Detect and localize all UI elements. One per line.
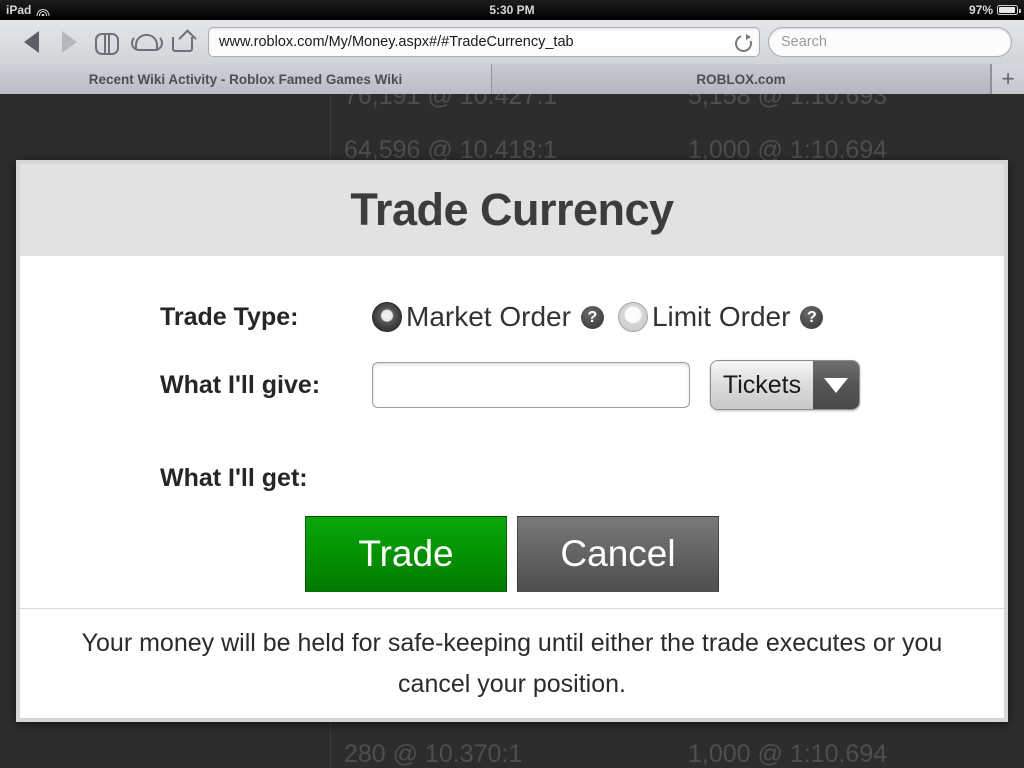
- new-tab-button[interactable]: +: [991, 64, 1024, 94]
- bookmarks-button[interactable]: [88, 27, 126, 57]
- radio-market-order[interactable]: [372, 302, 402, 332]
- background-cell-right: 1,000 @ 1:10.694: [688, 740, 888, 768]
- dialog-header: Trade Currency: [20, 164, 1004, 256]
- browser-tab-roblox[interactable]: ROBLOX.com: [492, 64, 991, 94]
- reload-icon[interactable]: [734, 33, 751, 51]
- address-bar-text: www.roblox.com/My/Money.aspx#/#TradeCurr…: [219, 34, 574, 50]
- browser-tab-wiki[interactable]: Recent Wiki Activity - Roblox Famed Game…: [0, 64, 509, 94]
- what-ill-give-row: What I'll give: Tickets: [20, 358, 1004, 412]
- browser-tab-label: Recent Wiki Activity - Roblox Famed Game…: [88, 71, 403, 87]
- battery-percent-label: 97%: [968, 3, 993, 17]
- page-title: Trade Currency: [350, 184, 674, 235]
- cancel-button[interactable]: Cancel: [517, 516, 719, 592]
- search-input[interactable]: Search: [768, 27, 1012, 57]
- radio-limit-order[interactable]: [617, 302, 648, 332]
- browser-tab-label: ROBLOX.com: [696, 71, 786, 87]
- back-button[interactable]: [12, 27, 50, 57]
- background-cell-left: 280 @ 10.370:1: [344, 740, 523, 768]
- radio-label-limit-order: Limit Order: [651, 301, 791, 332]
- radio-option-limit-order[interactable]: Limit Order ?: [617, 301, 824, 333]
- trade-type-label: Trade Type:: [160, 302, 299, 331]
- forward-arrow-icon: [61, 31, 77, 53]
- footer-note: Your money will be held for safe-keeping…: [81, 629, 943, 698]
- help-icon-limit-order[interactable]: ?: [800, 305, 824, 329]
- safari-chrome: www.roblox.com/My/Money.aspx#/#TradeCurr…: [0, 20, 1024, 94]
- radio-label-market-order: Market Order: [406, 301, 571, 332]
- tab-bar: Recent Wiki Activity - Roblox Famed Game…: [0, 64, 1024, 94]
- give-currency-value: Tickets: [711, 361, 813, 409]
- ipad-safari-screen: iPad 5:30 PM 97% www.roblox.com/My/Money…: [0, 0, 1024, 768]
- give-currency-select[interactable]: Tickets: [710, 360, 860, 410]
- dialog-footer: Your money will be held for safe-keeping…: [20, 608, 1004, 704]
- chevron-down-icon[interactable]: [813, 361, 859, 409]
- back-arrow-icon: [23, 31, 39, 53]
- what-ill-give-label: What I'll give:: [160, 370, 321, 399]
- book-icon: [95, 33, 119, 55]
- trade-currency-dialog: Trade Currency Trade Type: Market Order …: [16, 160, 1008, 722]
- ios-status-bar: iPad 5:30 PM 97%: [0, 0, 1024, 20]
- dialog-button-row: Trade Cancel: [20, 516, 1004, 592]
- trade-type-row: Trade Type: Market Order ? Limit Order ?: [20, 294, 1004, 340]
- status-bar-right: 97%: [968, 3, 1021, 17]
- radio-option-market-order[interactable]: Market Order ?: [372, 301, 604, 333]
- share-icon: [172, 32, 194, 52]
- cloud-icon: [131, 33, 163, 51]
- battery-icon: [997, 5, 1021, 15]
- give-amount-input[interactable]: [372, 362, 690, 408]
- icloud-tabs-button[interactable]: [126, 27, 164, 57]
- share-button[interactable]: [164, 27, 202, 57]
- background-table-row: 280 @ 10.370:1 1,000 @ 1:10.694: [0, 740, 1024, 768]
- trade-button[interactable]: Trade: [305, 516, 507, 592]
- background-cell-right: 5,158 @ 1:10.693: [688, 94, 888, 110]
- forward-button[interactable]: [50, 27, 88, 57]
- safari-toolbar: www.roblox.com/My/Money.aspx#/#TradeCurr…: [0, 20, 1024, 64]
- background-cell-left: 76,191 @ 10.427:1: [344, 94, 558, 110]
- dialog-body: Trade Type: Market Order ? Limit Order ?: [20, 256, 1004, 718]
- search-placeholder: Search: [781, 34, 827, 50]
- address-bar[interactable]: www.roblox.com/My/Money.aspx#/#TradeCurr…: [208, 27, 760, 57]
- what-ill-get-label: What I'll get:: [160, 463, 308, 492]
- background-table-row: 76,191 @ 10.427:1 5,158 @ 1:10.693: [0, 94, 1024, 134]
- status-bar-clock: 5:30 PM: [489, 3, 535, 17]
- what-ill-get-row: What I'll get:: [20, 458, 1004, 498]
- trade-type-radio-group: Market Order ? Limit Order ?: [372, 301, 824, 333]
- help-icon-market-order[interactable]: ?: [580, 305, 604, 329]
